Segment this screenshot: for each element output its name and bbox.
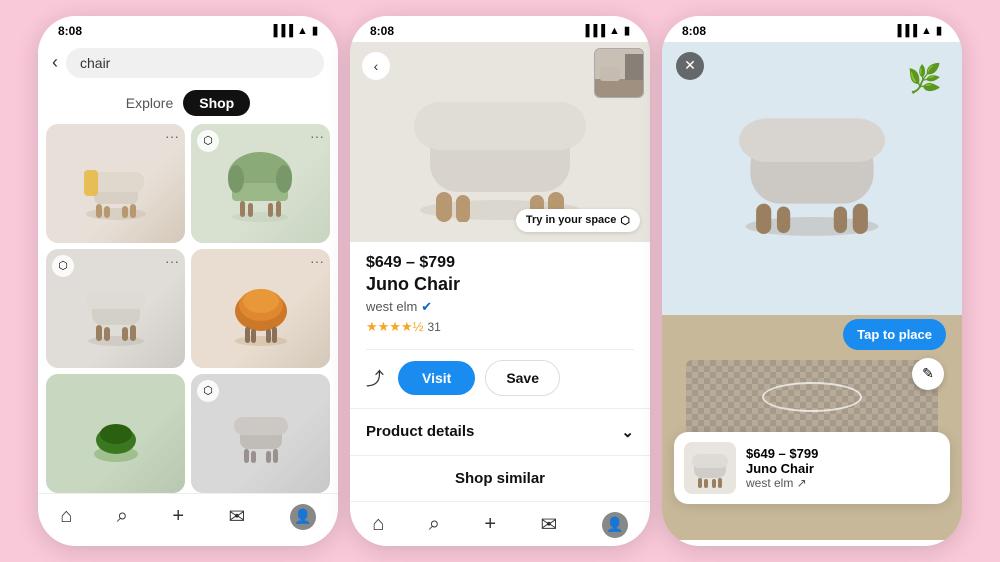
ar-camera-view: ✕ 🌿 Tap to place ✎ [662, 42, 962, 540]
add-nav-2[interactable]: + [484, 513, 496, 536]
battery-icon: ▮ [312, 24, 318, 37]
time-3: 8:08 [682, 24, 706, 38]
ar-product-thumbnail [684, 442, 736, 494]
search-input[interactable] [66, 48, 324, 78]
detail-brand-row: west elm ✔ [366, 299, 634, 315]
product-grid: $230 $275 Amber Chair Aurora ··· ⬡ [38, 124, 338, 493]
product-card-aurelia[interactable]: $299 Aurelia Cushion Chair Home Universa… [191, 249, 330, 368]
messages-nav[interactable]: ✉ [229, 504, 246, 529]
ar-edit-button[interactable]: ✎ [912, 358, 944, 390]
product-details-accordion[interactable]: Product details ⌄ [350, 408, 650, 455]
product-details-label: Product details [366, 423, 474, 440]
ar-chair-visualization [722, 82, 902, 242]
wifi-icon-2: ▲ [609, 25, 620, 37]
wifi-icon: ▲ [297, 25, 308, 37]
phone-ar-view: 8:08 ▐▐▐ ▲ ▮ ✕ 🌿 [662, 16, 962, 546]
ar-badge-wing: ⬡ [197, 130, 219, 152]
search-nav[interactable]: ⌕ [117, 505, 128, 528]
bottom-nav-2: ⌂ ⌕ + ✉ 👤 [350, 501, 650, 546]
profile-nav-2[interactable]: 👤 [602, 512, 628, 538]
review-count: 31 [427, 320, 440, 334]
product-card-wing[interactable]: ⬡ $329 [191, 124, 330, 243]
detail-name: Juno Chair [366, 274, 634, 295]
status-bar-3: 8:08 ▐▐▐ ▲ ▮ [662, 16, 962, 42]
battery-icon-2: ▮ [624, 24, 630, 37]
stars-icon: ★★★★½ [366, 319, 423, 335]
shop-tab[interactable]: Shop [183, 90, 250, 116]
explore-tab[interactable]: Explore [126, 95, 173, 111]
messages-nav-2[interactable]: ✉ [541, 512, 558, 537]
status-icons-3: ▐▐▐ ▲ ▮ [894, 24, 942, 37]
more-options-aurelia[interactable]: ··· [310, 253, 324, 269]
ar-product-card[interactable]: $649 – $799 Juno Chair west elm ↗ [674, 432, 950, 504]
status-bar-1: 8:08 ▐▐▐ ▲ ▮ [38, 16, 338, 42]
status-bar-2: 8:08 ▐▐▐ ▲ ▮ [350, 16, 650, 42]
more-options-juno[interactable]: ··· [165, 253, 179, 269]
stars-row: ★★★★½ 31 [366, 319, 634, 335]
time-1: 8:08 [58, 24, 82, 38]
ar-cube-icon: ⬡ [620, 214, 630, 227]
phones-container: 8:08 ▐▐▐ ▲ ▮ ‹ Explore Shop [22, 0, 978, 562]
ar-placement-oval [762, 382, 862, 412]
product-detail-image: ‹ Try in your sp [350, 42, 650, 242]
signal-icon: ▐▐▐ [270, 25, 293, 37]
product-image-green [46, 374, 185, 493]
chevron-down-icon: ⌄ [621, 423, 634, 441]
try-in-space-label: Try in your space [526, 214, 616, 226]
phone-search-results: 8:08 ▐▐▐ ▲ ▮ ‹ Explore Shop [38, 16, 338, 546]
ar-product-details: $649 – $799 Juno Chair west elm ↗ [746, 446, 818, 490]
product-detail-info: $649 – $799 Juno Chair west elm ✔ ★★★★½ … [350, 242, 650, 408]
shop-similar-row[interactable]: Shop similar [350, 455, 650, 501]
tap-to-place-button[interactable]: Tap to place [843, 319, 946, 350]
battery-icon-3: ▮ [936, 24, 942, 37]
product-card-juno[interactable]: ⬡ $649 – $799 Juno Chair [46, 249, 185, 368]
plant-decoration: 🌿 [907, 62, 942, 95]
home-nav-2[interactable]: ⌂ [372, 513, 384, 536]
product-card-gray[interactable]: ⬡ [191, 374, 330, 493]
ar-badge-gray: ⬡ [197, 380, 219, 402]
signal-icon-2: ▐▐▐ [582, 25, 605, 37]
profile-nav[interactable]: 👤 [290, 504, 316, 530]
try-in-space-button[interactable]: Try in your space ⬡ [516, 209, 640, 232]
juno-chair-main-image [390, 62, 610, 222]
bottom-nav-1: ⌂ ⌕ + ✉ 👤 [38, 493, 338, 546]
product-image-gray: ⬡ [191, 374, 330, 493]
time-2: 8:08 [370, 24, 394, 38]
product-card-amber[interactable]: $230 $275 Amber Chair Aurora ··· [46, 124, 185, 243]
product-card-green[interactable] [46, 374, 185, 493]
verified-icon: ✔ [421, 299, 432, 315]
more-options-wing[interactable]: ··· [310, 128, 324, 144]
back-button[interactable]: ‹ [52, 52, 58, 73]
detail-actions: ⤴ Visit Save [366, 349, 634, 396]
shop-similar-label: Shop similar [455, 470, 545, 487]
detail-price: $649 – $799 [366, 254, 634, 272]
ar-badge-juno: ⬡ [52, 255, 74, 277]
signal-icon-3: ▐▐▐ [894, 25, 917, 37]
search-bar-row: ‹ [38, 42, 338, 84]
home-nav[interactable]: ⌂ [60, 505, 72, 528]
ar-price: $649 – $799 [746, 446, 818, 461]
share-button[interactable]: ⤴ [366, 365, 384, 391]
more-options-amber[interactable]: ··· [165, 128, 179, 144]
ar-name: Juno Chair [746, 461, 818, 476]
explore-shop-row: Explore Shop [38, 84, 338, 124]
ar-close-button[interactable]: ✕ [676, 52, 704, 80]
ar-bottom-spacer [662, 540, 962, 546]
visit-button[interactable]: Visit [398, 361, 475, 395]
save-button[interactable]: Save [485, 360, 560, 396]
status-icons-2: ▐▐▐ ▲ ▮ [582, 24, 630, 37]
room-thumbnail[interactable] [594, 48, 644, 98]
wifi-icon-3: ▲ [921, 25, 932, 37]
status-icons-1: ▐▐▐ ▲ ▮ [270, 24, 318, 37]
phone-product-detail: 8:08 ▐▐▐ ▲ ▮ ‹ [350, 16, 650, 546]
add-nav[interactable]: + [172, 505, 184, 528]
detail-back-button[interactable]: ‹ [362, 52, 390, 80]
ar-brand: west elm ↗ [746, 476, 818, 490]
search-nav-2[interactable]: ⌕ [429, 513, 440, 536]
detail-brand: west elm [366, 299, 417, 314]
